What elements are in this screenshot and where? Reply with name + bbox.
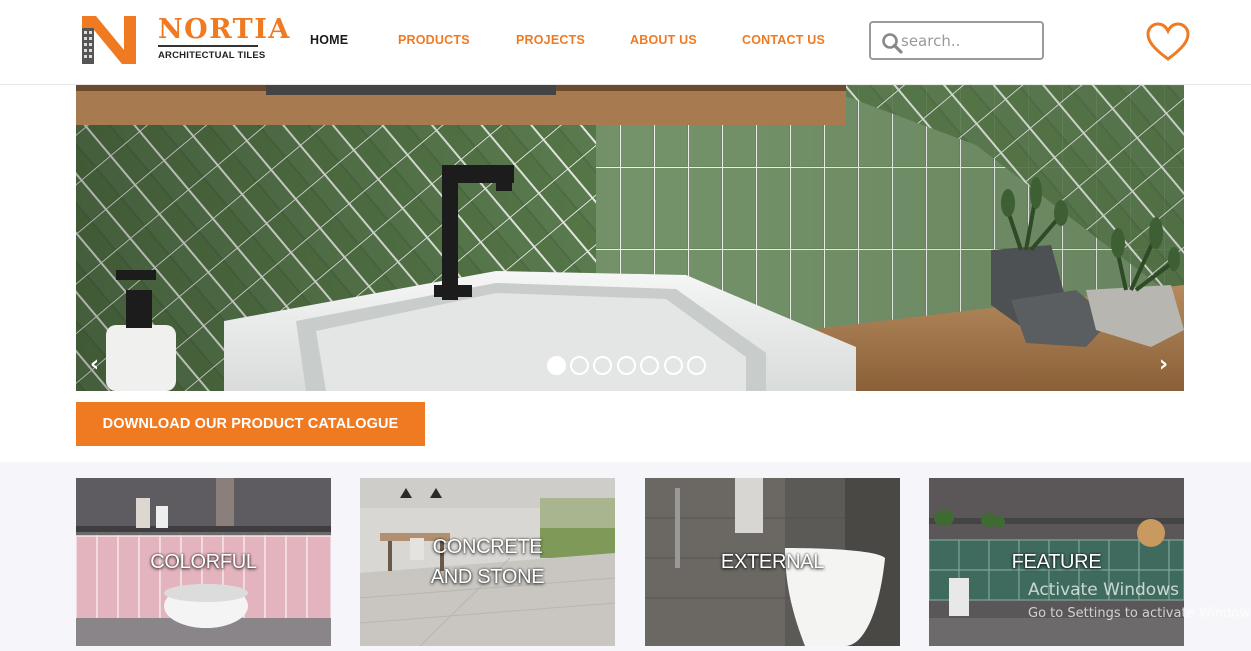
os-activation-title: Activate Windows [1028,580,1179,600]
slider-dot[interactable] [593,356,612,375]
heart-icon[interactable] [1145,21,1191,63]
nav-products[interactable]: PRODUCTS [398,33,470,47]
brand-tagline: ARCHITECTUAL TILES [158,50,266,61]
nav-projects[interactable]: PROJECTS [516,33,585,47]
download-catalogue-button[interactable]: DOWNLOAD OUR PRODUCT CATALOGUE [76,402,425,446]
nav-contact-us[interactable]: CONTACT US [742,33,825,47]
hero-slide-image [76,85,1184,391]
os-activation-subtitle: Go to Settings to activate Windows. [1028,606,1251,621]
brand-divider [158,45,258,47]
category-label: EXTERNAL [720,551,825,573]
slider-dot[interactable] [570,356,589,375]
site-header: NORTIA ARCHITECTUAL TILES HOME PRODUCTS … [0,0,1251,85]
search-input[interactable] [901,27,1036,55]
category-card-external[interactable]: EXTERNAL [645,478,900,646]
category-label-line2: AND STONE [430,566,545,588]
slider-dot[interactable] [687,356,706,375]
search-box [869,21,1044,60]
category-label-line1: CONCRETE [432,536,543,558]
category-label: COLORFUL [150,551,257,573]
category-label: FEATURE [1011,551,1102,573]
nav-home[interactable]: HOME [310,33,348,47]
slider-dot[interactable] [664,356,683,375]
nav-about-us[interactable]: ABOUT US [630,33,697,47]
search-icon[interactable] [881,32,903,54]
brand-logo[interactable]: NORTIA ARCHITECTUAL TILES [80,14,289,66]
slider-dot[interactable] [640,356,659,375]
slider-dot[interactable] [547,356,566,375]
logo-mark-icon [82,16,136,64]
brand-name: NORTIA [158,14,291,45]
slider-dot[interactable] [617,356,636,375]
category-card-concrete-and-stone[interactable]: CONCRETE AND STONE [360,478,615,646]
hero-slider[interactable] [76,85,1184,391]
slider-next-button[interactable]: › [1159,352,1168,377]
slider-prev-button[interactable]: ‹ [90,352,99,377]
category-card-colorful[interactable]: COLORFUL [76,478,331,646]
